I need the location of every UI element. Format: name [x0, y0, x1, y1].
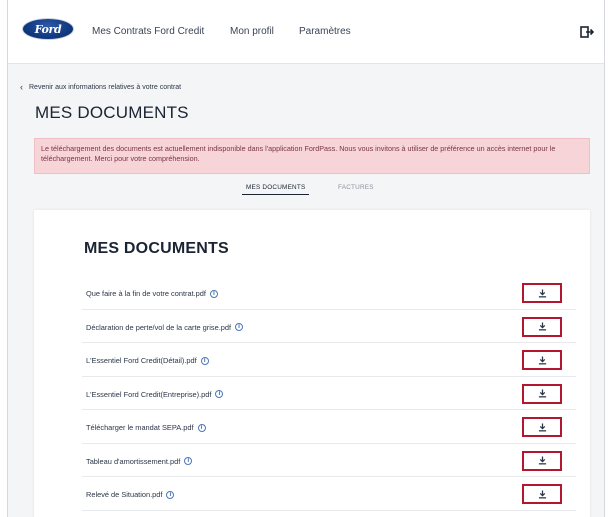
back-link-label: Revenir aux informations relatives à vot…: [29, 83, 182, 91]
document-name-label: Tableau d'amortissement.pdf: [86, 456, 181, 466]
document-name-label: L'Essentiel Ford Credit(Détail).pdf: [86, 356, 197, 365]
info-icon[interactable]: i: [209, 289, 218, 298]
download-button[interactable]: [522, 484, 562, 504]
download-button[interactable]: [522, 383, 562, 404]
document-row: Que faire à la fin de votre contrat.pdf i: [82, 276, 576, 310]
document-name[interactable]: L'Essentiel Ford Credit(Entreprise).pdf i: [86, 389, 224, 399]
tab-mes-documents[interactable]: MES DOCUMENTS: [241, 184, 310, 195]
download-icon: [538, 355, 546, 364]
document-name[interactable]: Télécharger le mandat SEPA.pdf i: [86, 423, 206, 432]
nav-item-contrats[interactable]: Mes Contrats Ford Credit: [92, 26, 204, 37]
app-frame: Ford Mes Contrats Ford Credit Mon profil…: [7, 0, 605, 517]
download-icon: [538, 288, 546, 297]
document-row: L'Essentiel Ford Credit(Détail).pdf i: [82, 343, 576, 377]
download-icon: [538, 456, 546, 465]
info-icon[interactable]: i: [197, 423, 206, 432]
alert-text: Le téléchargement des documents est actu…: [41, 144, 556, 163]
tab-factures[interactable]: FACTURES: [338, 184, 374, 191]
document-row: Télécharger le mandat SEPA.pdf i: [82, 410, 576, 444]
document-name-label: Que faire à la fin de votre contrat.pdf: [86, 289, 206, 298]
download-icon: [538, 489, 546, 498]
logout-icon[interactable]: [580, 26, 594, 38]
download-icon: [538, 389, 546, 398]
document-name-label: L'Essentiel Ford Credit(Entreprise).pdf: [86, 389, 212, 399]
ford-logo-text: Ford: [34, 22, 62, 36]
info-icon[interactable]: i: [166, 490, 175, 499]
document-row: Tableau d'amortissement.pdf i: [82, 444, 576, 477]
back-link[interactable]: ‹ Revenir aux informations relatives à v…: [20, 82, 181, 92]
card-title: MES DOCUMENTS: [84, 240, 229, 257]
download-icon: [538, 422, 546, 431]
top-navigation: Ford Mes Contrats Ford Credit Mon profil…: [8, 0, 604, 64]
document-name-label: Déclaration de perte/vol de la carte gri…: [86, 322, 232, 332]
info-icon[interactable]: i: [184, 457, 193, 465]
download-button[interactable]: [522, 283, 562, 303]
download-button[interactable]: [522, 350, 562, 370]
download-button[interactable]: [522, 316, 562, 337]
alert-banner: Le téléchargement des documents est actu…: [34, 138, 590, 174]
info-icon[interactable]: i: [215, 390, 224, 398]
document-list: Que faire à la fin de votre contrat.pdf i…: [82, 276, 576, 511]
document-name[interactable]: Que faire à la fin de votre contrat.pdf i: [86, 289, 218, 298]
page-title: MES DOCUMENTS: [35, 103, 189, 122]
document-row: Relevé de Situation.pdf i: [82, 477, 576, 511]
document-name-label: Relevé de Situation.pdf: [86, 490, 163, 499]
document-name[interactable]: Déclaration de perte/vol de la carte gri…: [86, 322, 244, 332]
document-name[interactable]: L'Essentiel Ford Credit(Détail).pdf i: [86, 356, 209, 365]
ford-logo[interactable]: Ford: [22, 18, 74, 40]
download-button[interactable]: [522, 450, 562, 471]
nav-item-parametres[interactable]: Paramètres: [299, 26, 351, 37]
download-icon: [538, 322, 546, 331]
tab-bar: MES DOCUMENTS FACTURES: [8, 180, 604, 202]
chevron-left-icon: ‹: [20, 82, 23, 92]
document-name[interactable]: Relevé de Situation.pdf i: [86, 490, 175, 499]
document-name[interactable]: Tableau d'amortissement.pdf i: [86, 456, 193, 466]
documents-card: MES DOCUMENTS Que faire à la fin de votr…: [34, 210, 590, 517]
document-row: L'Essentiel Ford Credit(Entreprise).pdf i: [82, 377, 576, 410]
info-icon[interactable]: i: [235, 323, 244, 331]
info-icon[interactable]: i: [200, 356, 209, 365]
download-button[interactable]: [522, 417, 562, 437]
nav-item-profil[interactable]: Mon profil: [230, 26, 274, 37]
document-name-label: Télécharger le mandat SEPA.pdf: [86, 423, 194, 432]
document-row: Déclaration de perte/vol de la carte gri…: [82, 310, 576, 343]
